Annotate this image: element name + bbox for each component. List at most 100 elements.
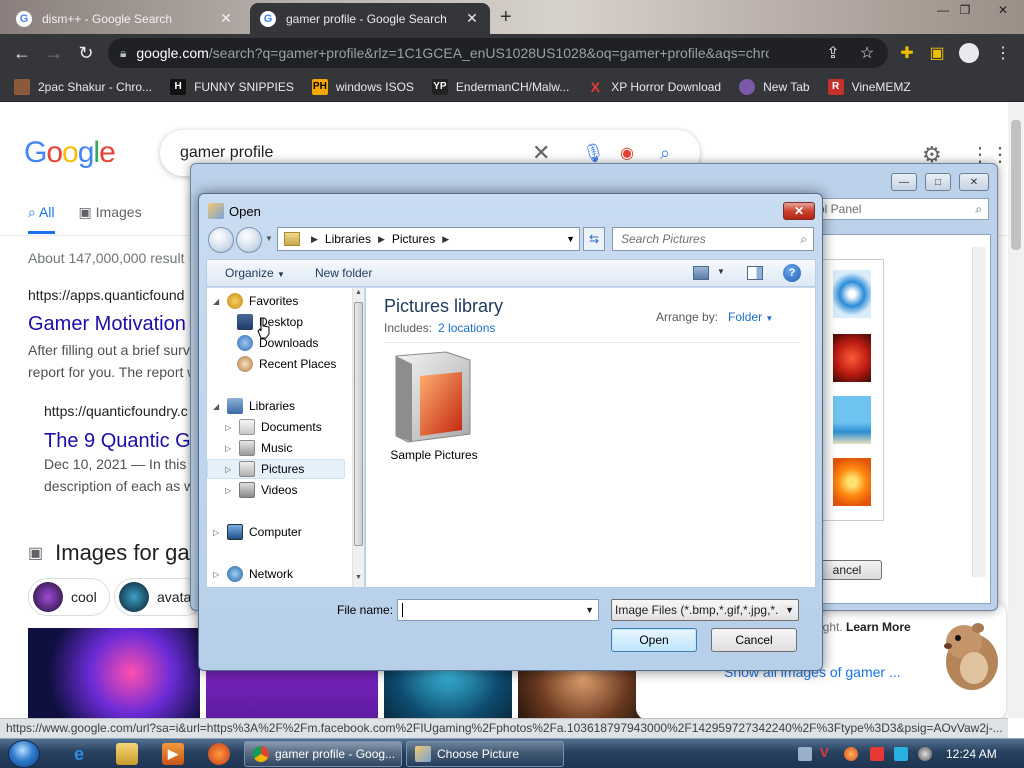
clock[interactable]: 12:24 AM [946, 747, 997, 761]
search-icon[interactable]: ⌕ [660, 143, 670, 164]
tab-all[interactable]: ⌕ All [28, 204, 55, 234]
picture-thumbnail[interactable] [833, 270, 871, 318]
expand-triangle-icon[interactable]: ◢ [213, 402, 221, 411]
forward-arrow-icon[interactable]: → [42, 42, 66, 64]
scrollbar-thumb[interactable] [1011, 120, 1021, 250]
collapse-triangle-icon[interactable]: ▷ [225, 423, 233, 432]
scroll-up-icon[interactable]: ▲ [355, 289, 362, 296]
tab-gamer-profile[interactable]: G gamer profile - Google Search ✕ [250, 3, 490, 34]
expand-triangle-icon[interactable]: ◢ [213, 297, 221, 306]
internet-explorer-icon[interactable]: e [68, 743, 90, 765]
result-url[interactable]: https://apps.quanticfound [28, 287, 184, 303]
nav-computer[interactable]: ▷ Computer [213, 522, 302, 542]
tab-images[interactable]: ▣ Images [79, 204, 142, 234]
nav-scrollbar[interactable]: ▲ ▼ [352, 288, 364, 587]
media-player-icon[interactable]: ▶ [162, 743, 184, 765]
tray-search-icon[interactable] [844, 747, 858, 761]
tray-network-icon[interactable] [894, 747, 908, 761]
bookmark-endermanch[interactable]: YP EndermanCH/Malw... [431, 78, 569, 95]
learn-more-link[interactable]: Learn More [846, 620, 911, 634]
nav-favorites[interactable]: ◢ Favorites [213, 291, 298, 311]
microphone-icon[interactable]: 🎙︎ [582, 143, 605, 164]
file-name-input[interactable]: ▼ [397, 599, 599, 621]
new-folder-button[interactable]: New folder [315, 266, 372, 280]
nav-recent-places[interactable]: Recent Places [237, 354, 336, 374]
camera-icon[interactable]: ◉ [620, 143, 634, 163]
collapse-triangle-icon[interactable]: ▷ [213, 570, 221, 579]
nav-music[interactable]: ▷ Music [225, 438, 292, 458]
address-breadcrumb[interactable]: ▶ Libraries ▶ Pictures ▶ ▼ [277, 227, 580, 251]
tray-v-icon[interactable]: V [820, 745, 834, 760]
forward-button[interactable] [236, 227, 262, 253]
tray-app-icon[interactable] [798, 747, 812, 761]
chip-cool[interactable]: cool [28, 578, 110, 616]
picture-thumbnail[interactable] [833, 334, 871, 382]
bookmark-xp-horror[interactable]: X XP Horror Download [587, 79, 722, 95]
back-arrow-icon[interactable]: ← [10, 42, 34, 64]
address-bar[interactable]: 🔒︎ google.com /search?q=gamer+profile&rl… [108, 38, 888, 68]
collapse-triangle-icon[interactable]: ▷ [213, 528, 221, 537]
chevron-down-icon[interactable]: ▼ [585, 605, 594, 615]
restore-icon[interactable]: ❐ [952, 0, 978, 20]
scroll-down-icon[interactable]: ▼ [355, 574, 362, 581]
picture-thumbnail[interactable] [833, 458, 871, 506]
organize-button[interactable]: Organize ▼ [225, 266, 285, 280]
image-result-gamepad[interactable] [28, 628, 200, 718]
result-url[interactable]: https://quanticfoundry.c [44, 403, 188, 419]
result-title[interactable]: The 9 Quantic Ga [44, 430, 202, 453]
chevron-down-icon[interactable]: ▼ [717, 267, 725, 276]
chevron-right-icon[interactable]: ▶ [442, 234, 449, 245]
chevron-right-icon[interactable]: ▶ [378, 234, 385, 245]
help-icon[interactable]: ? [783, 264, 801, 282]
tab-dism-search[interactable]: G dism++ - Google Search ✕ [6, 3, 244, 34]
close-window-icon[interactable]: ✕ [959, 173, 989, 191]
maximize-icon[interactable]: □ [925, 173, 951, 191]
file-type-select[interactable]: Image Files (*.bmp,*.gif,*.jpg,*. ▼ [611, 599, 799, 621]
control-panel-search[interactable]: ol Panel ⌕ [807, 198, 989, 220]
nav-downloads[interactable]: Downloads [237, 333, 318, 353]
bookmark-star-icon[interactable]: ☆ [856, 42, 878, 64]
extensions-puzzle-icon[interactable]: ✚ [896, 42, 918, 64]
nav-pictures[interactable]: ▷ Pictures [207, 459, 345, 479]
bookmark-2pac[interactable]: 2pac Shakur - Chro... [14, 78, 152, 95]
result-title[interactable]: Gamer Motivation [28, 313, 186, 336]
scrollbar-thumb[interactable] [354, 302, 363, 546]
tray-flag-icon[interactable] [870, 747, 884, 761]
collapse-triangle-icon[interactable]: ▷ [225, 444, 233, 453]
nav-videos[interactable]: ▷ Videos [225, 480, 297, 500]
close-tab-icon[interactable]: ✕ [464, 10, 480, 27]
taskbar-choose-picture[interactable]: Choose Picture [406, 741, 564, 767]
breadcrumb-libraries[interactable]: Libraries [325, 232, 371, 246]
open-button[interactable]: Open [611, 628, 697, 652]
profile-avatar-icon[interactable] [958, 42, 980, 64]
bookmark-new-tab[interactable]: New Tab [739, 78, 810, 95]
bookmark-funny-snippies[interactable]: H FUNNY SNIPPIES [170, 78, 294, 95]
cancel-button[interactable]: Cancel [711, 628, 797, 652]
change-view-icon[interactable] [693, 266, 709, 280]
collapse-triangle-icon[interactable]: ▷ [225, 486, 233, 495]
side-panel-icon[interactable]: ▣ [926, 42, 948, 64]
arrange-by-dropdown[interactable]: Folder ▼ [728, 310, 773, 324]
close-icon[interactable]: ✕ [783, 202, 815, 220]
picture-thumbnail[interactable] [833, 396, 871, 444]
explorer-folder-icon[interactable] [116, 743, 138, 765]
reload-icon[interactable]: ↻ [74, 42, 98, 64]
close-window-icon[interactable]: ✕ [990, 0, 1016, 20]
chevron-down-icon[interactable]: ▼ [566, 234, 575, 244]
close-tab-icon[interactable]: ✕ [218, 10, 234, 27]
search-pictures-input[interactable]: Search Pictures ⌕ [612, 227, 814, 251]
paint-icon[interactable] [208, 743, 230, 765]
share-icon[interactable]: ⇪ [822, 42, 844, 64]
list-scrollbar[interactable] [972, 247, 986, 577]
bookmark-windows-isos[interactable]: PH windows ISOS [311, 78, 414, 95]
tray-volume-icon[interactable] [918, 747, 932, 761]
nav-libraries[interactable]: ◢ Libraries [213, 396, 295, 416]
taskbar-chrome[interactable]: gamer profile - Goog... [244, 741, 402, 767]
recent-pages-dropdown-icon[interactable]: ▼ [265, 234, 273, 243]
chrome-menu-icon[interactable]: ⋮ [992, 42, 1014, 64]
page-scrollbar[interactable] [1008, 102, 1024, 718]
nav-documents[interactable]: ▷ Documents [225, 417, 322, 437]
google-logo[interactable]: Google [24, 136, 116, 170]
collapse-triangle-icon[interactable]: ▷ [225, 465, 233, 474]
minimize-icon[interactable]: — [891, 173, 917, 191]
